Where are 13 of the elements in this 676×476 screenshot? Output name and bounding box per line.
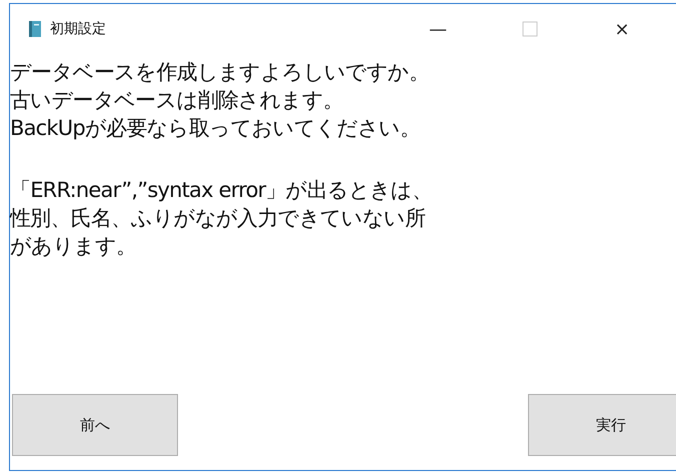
book-icon <box>28 20 42 38</box>
back-button[interactable]: 前へ <box>12 394 178 456</box>
message-text: があります。 <box>10 233 138 260</box>
maximize-button[interactable] <box>522 21 538 37</box>
message-text: 古いデータベースは削除されます。 <box>10 87 344 114</box>
run-button[interactable]: 実行 <box>528 394 676 456</box>
close-button[interactable]: × <box>576 18 668 40</box>
message-text: 「ERR:near”,”syntax error」が出るときは、 <box>10 177 434 204</box>
minimize-button[interactable]: — <box>392 18 484 40</box>
message-text: BackUpが必要なら取っておいてください。 <box>10 115 422 142</box>
message-text: 性別、氏名、ふりがなが入力できていない所 <box>10 205 426 232</box>
message-text: データベースを作成しますよろしいですか。 <box>10 59 430 86</box>
window-title: 初期設定 <box>50 20 107 38</box>
